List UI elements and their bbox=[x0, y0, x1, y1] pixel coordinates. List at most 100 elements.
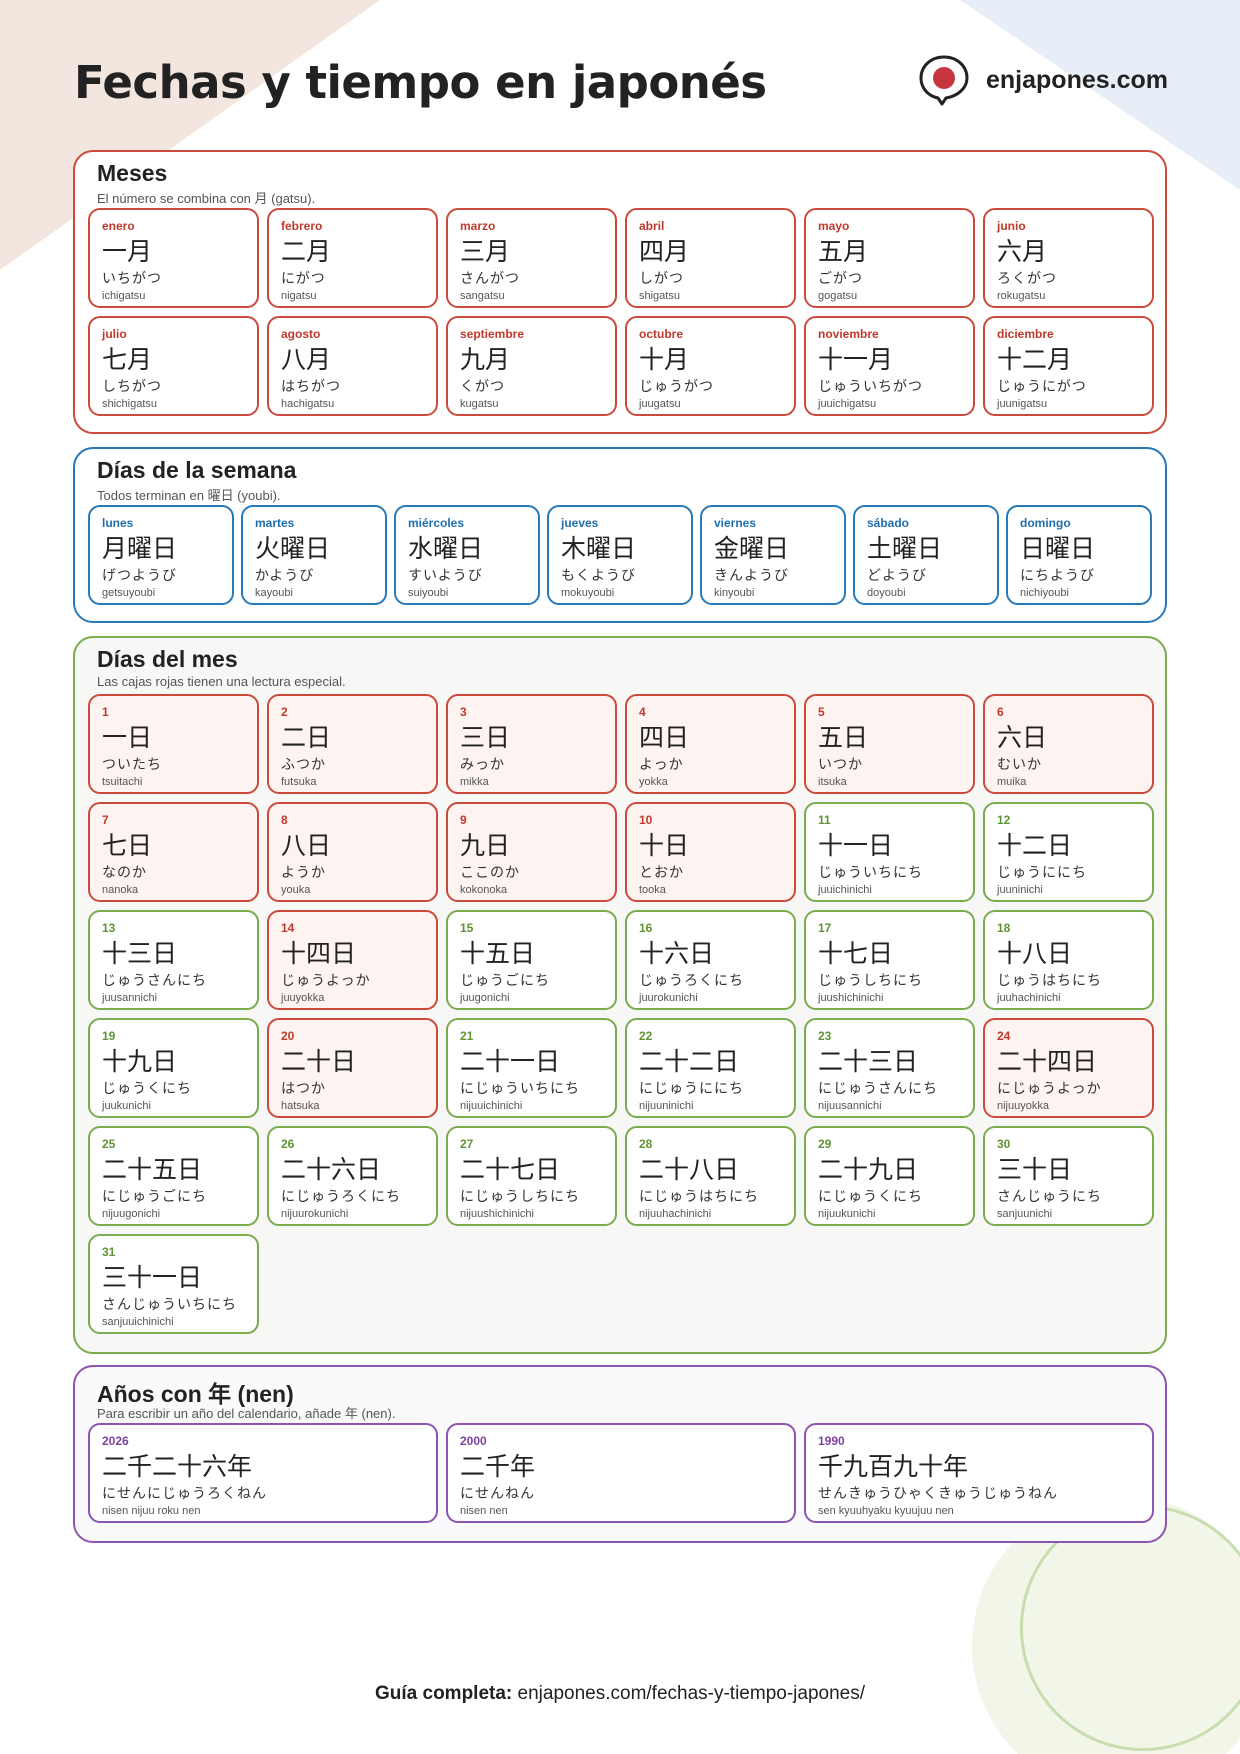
card-kana: どようび bbox=[867, 568, 927, 584]
days-card-special: 6 六日 むいか muika bbox=[983, 694, 1154, 794]
months-card: julio 七月 しちがつ shichigatsu bbox=[88, 316, 259, 416]
days-card: 31 三十一日 さんじゅういちにち sanjuuichinichi bbox=[88, 1234, 259, 1334]
months-card: enero 一月 いちがつ ichigatsu bbox=[88, 208, 259, 308]
card-kanji: 十一月 bbox=[818, 345, 894, 374]
card-romaji: juugatsu bbox=[639, 398, 681, 410]
card-label: sábado bbox=[867, 516, 910, 530]
card-romaji: hatsuka bbox=[281, 1100, 320, 1112]
card-romaji: sangatsu bbox=[460, 290, 505, 302]
card-kana: にじゅうさんにち bbox=[818, 1081, 938, 1097]
days-card: 23 二十三日 にじゅうさんにち nijuusannichi bbox=[804, 1018, 975, 1118]
card-romaji: ichigatsu bbox=[102, 290, 146, 302]
card-romaji: sanjuuichinichi bbox=[102, 1316, 174, 1328]
card-kana: はつか bbox=[281, 1081, 326, 1097]
days-card-special: 9 九日 ここのか kokonoka bbox=[446, 802, 617, 902]
brand-logo[interactable]: enjapones.com bbox=[918, 54, 1168, 106]
card-kana: にがつ bbox=[281, 271, 326, 287]
card-label: jueves bbox=[561, 516, 599, 530]
months-card: diciembre 十二月 じゅうにがつ juunigatsu bbox=[983, 316, 1154, 416]
card-kanji: 二十八日 bbox=[639, 1155, 740, 1184]
days-card: 19 十九日 じゅうくにち juukunichi bbox=[88, 1018, 259, 1118]
card-romaji: yokka bbox=[639, 776, 668, 788]
card-label: 9 bbox=[460, 813, 467, 827]
card-label: 14 bbox=[281, 921, 295, 935]
card-kanji: 五月 bbox=[818, 237, 869, 266]
card-label: 2 bbox=[281, 705, 288, 719]
card-label: 15 bbox=[460, 921, 474, 935]
card-romaji: nanoka bbox=[102, 884, 139, 896]
card-kana: じゅうににち bbox=[997, 865, 1087, 881]
card-label: 2000 bbox=[460, 1434, 487, 1448]
card-kanji: 二十二日 bbox=[639, 1047, 740, 1076]
card-kanji: 九月 bbox=[460, 345, 511, 374]
card-kana: さんがつ bbox=[460, 271, 520, 287]
card-kana: せんきゅうひゃくきゅうじゅうねん bbox=[818, 1486, 1058, 1502]
months-card: octubre 十月 じゅうがつ juugatsu bbox=[625, 316, 796, 416]
card-romaji: tsuitachi bbox=[102, 776, 143, 788]
days-card: 15 十五日 じゅうごにち juugonichi bbox=[446, 910, 617, 1010]
card-label: 27 bbox=[460, 1137, 474, 1151]
card-kana: むいか bbox=[997, 757, 1042, 773]
card-romaji: juuhachinichi bbox=[997, 992, 1061, 1004]
card-label: 21 bbox=[460, 1029, 474, 1043]
card-kanji: 七月 bbox=[102, 345, 153, 374]
days-card-special: 20 二十日はつか hatsuka bbox=[267, 1018, 438, 1118]
card-kanji: 十月 bbox=[639, 345, 690, 374]
weekdays-card: domingo 日曜日 にちようび nichiyoubi bbox=[1006, 505, 1152, 605]
days-card-special: 1 一日 ついたち tsuitachi bbox=[88, 694, 259, 794]
card-romaji: juuyokka bbox=[281, 992, 325, 1004]
card-romaji: rokugatsu bbox=[997, 290, 1046, 302]
page-title: Fechas y tiempo en japonés bbox=[74, 56, 767, 109]
card-romaji: nijuugonichi bbox=[102, 1208, 161, 1220]
card-kanji: 十二日 bbox=[997, 831, 1073, 860]
card-kana: よっか bbox=[639, 757, 684, 773]
card-kana: じゅうろくにち bbox=[639, 973, 744, 989]
card-kana: ごがつ bbox=[818, 271, 863, 287]
card-kana: かようび bbox=[255, 568, 315, 584]
card-label: 29 bbox=[818, 1137, 832, 1151]
card-romaji: sanjuunichi bbox=[997, 1208, 1053, 1220]
weekdays-card: martes 火曜日 かようび kayoubi bbox=[241, 505, 387, 605]
card-romaji: mikka bbox=[460, 776, 489, 788]
months-card: abril 四月 しがつ shigatsu bbox=[625, 208, 796, 308]
card-label: 17 bbox=[818, 921, 832, 935]
card-kanji: 二月 bbox=[281, 237, 332, 266]
days-card-special: 14 十四日 じゅうよっか juuyokka bbox=[267, 910, 438, 1010]
days-card-special: 5 五日 いつか itsuka bbox=[804, 694, 975, 794]
card-label: julio bbox=[102, 327, 127, 341]
card-kanji: 二千年 bbox=[460, 1452, 536, 1481]
card-romaji: suiyoubi bbox=[408, 587, 449, 599]
card-label: marzo bbox=[460, 219, 496, 233]
card-kanji: 二十四日 bbox=[997, 1047, 1098, 1076]
card-label: 12 bbox=[997, 813, 1011, 827]
card-label: 20 bbox=[281, 1029, 295, 1043]
card-kana: じゅういちにち bbox=[818, 865, 923, 881]
card-label: 31 bbox=[102, 1245, 116, 1259]
card-label: martes bbox=[255, 516, 295, 530]
footer-link[interactable]: enjapones.com/fechas-y-tiempo-japones/ bbox=[518, 1683, 865, 1704]
card-romaji: kinyoubi bbox=[714, 587, 755, 599]
weekdays-card: jueves 木曜日 もくようび mokuyoubi bbox=[547, 505, 693, 605]
card-romaji: tooka bbox=[639, 884, 666, 896]
card-romaji: youka bbox=[281, 884, 311, 896]
card-kanji: 土曜日 bbox=[867, 534, 943, 563]
card-romaji: itsuka bbox=[818, 776, 847, 788]
card-kana: ついたち bbox=[102, 757, 162, 773]
card-kana: にじゅうににち bbox=[639, 1081, 744, 1097]
card-romaji: gogatsu bbox=[818, 290, 858, 302]
weekdays-title: Días de la semana bbox=[97, 457, 297, 483]
days-card: 21 二十一日 にじゅういちにち nijuuichinichi bbox=[446, 1018, 617, 1118]
card-kanji: 二日 bbox=[281, 723, 332, 752]
months-card: mayo 五月 ごがつ gogatsu bbox=[804, 208, 975, 308]
months-card: noviembre 十一月 じゅういちがつ juuichigatsu bbox=[804, 316, 975, 416]
card-romaji: nigatsu bbox=[281, 290, 317, 302]
card-kanji: 四月 bbox=[639, 237, 690, 266]
card-romaji: getsuyoubi bbox=[102, 587, 156, 599]
card-kanji: 四日 bbox=[639, 723, 690, 752]
card-label: 10 bbox=[639, 813, 653, 827]
card-label: junio bbox=[997, 219, 1026, 233]
card-label: 2026 bbox=[102, 1434, 129, 1448]
card-kana: にじゅうごにち bbox=[102, 1189, 207, 1205]
card-kanji: 二十日 bbox=[281, 1047, 357, 1076]
months-grid: enero 一月 いちがつ ichigatsu febrero 二月 にがつ nigatsu m… bbox=[88, 208, 1154, 416]
